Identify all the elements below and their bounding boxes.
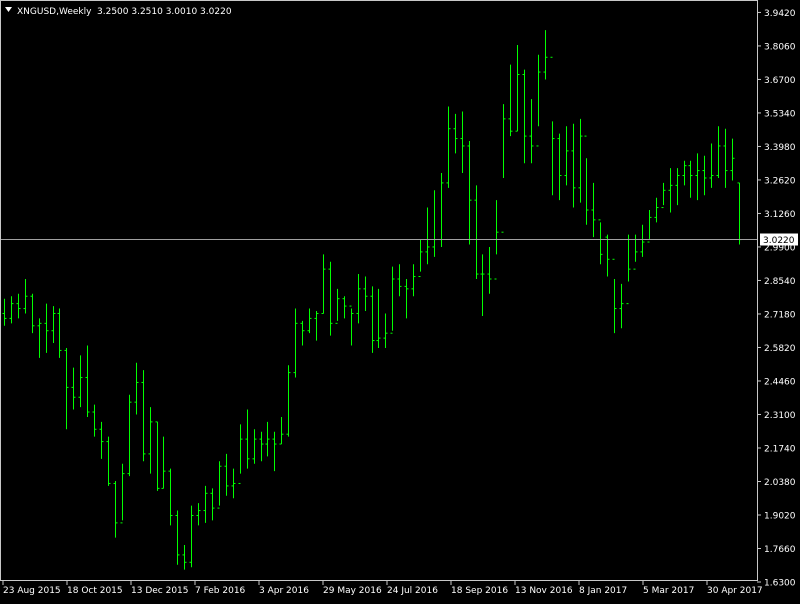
y-tick-label: 1.7660: [764, 545, 796, 555]
y-axis: 3.9420 3.8060 3.6700 3.5340 3.3980 3.2620 3.12…: [757, 9, 796, 589]
y-tick-label: 2.8540: [764, 277, 796, 287]
y-tick-label: 3.2620: [764, 176, 796, 186]
y-tick-label: 2.1740: [764, 444, 796, 454]
price-tag-label: 3.0220: [763, 236, 795, 246]
x-tick-label: 5 Mar 2017: [643, 586, 694, 596]
y-tick-label: 1.9020: [764, 511, 796, 521]
y-tick-label: 3.9420: [764, 9, 796, 19]
y-tick-label: 2.3100: [764, 411, 796, 421]
price-tag: 3.0220: [760, 233, 798, 246]
chart-header: XNGUSD,Weekly 3.2500 3.2510 3.0010 3.022…: [5, 7, 232, 17]
symbol-timeframe-label: XNGUSD,Weekly: [17, 7, 92, 17]
y-tick-label: 2.7180: [764, 310, 796, 320]
x-tick-label: 24 Jul 2016: [387, 586, 438, 596]
x-tick-label: 18 Oct 2015: [67, 586, 123, 596]
y-tick-label: 3.5340: [764, 109, 796, 119]
y-tick-label: 2.0380: [764, 478, 796, 488]
x-tick-label: 13 Nov 2016: [515, 586, 573, 596]
ohlc-chart[interactable]: 3.9420 3.8060 3.6700 3.5340 3.3980 3.2620 3.12…: [0, 0, 800, 600]
y-tick-label: 2.5820: [764, 344, 796, 354]
y-tick-label: 2.4460: [764, 377, 796, 387]
x-tick-label: 30 Apr 2017: [707, 586, 763, 596]
x-tick-label: 23 Aug 2015: [3, 586, 61, 596]
x-tick-label: 13 Dec 2015: [131, 586, 189, 596]
y-tick-label: 1.6300: [764, 579, 796, 589]
y-tick-label: 3.3980: [764, 143, 796, 153]
chart-window[interactable]: 3.9420 3.8060 3.6700 3.5340 3.3980 3.2620 3.12…: [0, 0, 800, 600]
y-tick-label: 3.8060: [764, 42, 796, 52]
y-tick-label: 3.1260: [764, 210, 796, 220]
x-tick-label: 3 Apr 2016: [259, 586, 309, 596]
x-axis: 23 Aug 2015 18 Oct 2015 13 Dec 2015 7 Feb 2…: [2, 581, 763, 596]
x-tick-label: 29 May 2016: [323, 586, 382, 596]
y-tick-label: 3.6700: [764, 76, 796, 86]
x-tick-label: 8 Jan 2017: [579, 586, 627, 596]
x-tick-label: 18 Sep 2016: [451, 586, 508, 596]
ohlc-values-label: 3.2500 3.2510 3.0010 3.0220: [97, 7, 232, 17]
x-tick-label: 7 Feb 2016: [195, 586, 246, 596]
